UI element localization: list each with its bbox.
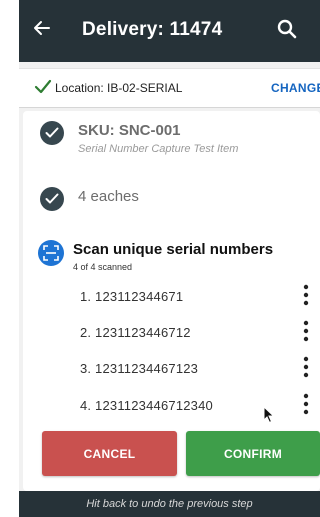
more-vert-icon[interactable] bbox=[301, 284, 311, 306]
step-complete-icon bbox=[40, 121, 64, 145]
undo-hint: Hit back to undo the previous step bbox=[86, 498, 253, 510]
page-title: Delivery: 11474 bbox=[82, 19, 223, 40]
serial-list-item: 2. 1231123446712 bbox=[23, 317, 320, 353]
scan-step-title: Scan unique serial numbers bbox=[73, 241, 274, 258]
more-vert-icon[interactable] bbox=[301, 320, 311, 342]
barcode-scan-icon bbox=[38, 240, 64, 266]
check-icon bbox=[34, 79, 52, 100]
step-complete-icon bbox=[40, 187, 64, 211]
sku-subtitle: Serial Number Capture Test Item bbox=[78, 143, 239, 155]
serial-list-item: 3. 12311234467123 bbox=[23, 353, 320, 389]
footer-hint-bar: Hit back to undo the previous step bbox=[19, 491, 320, 517]
more-vert-icon[interactable] bbox=[301, 393, 311, 415]
serial-list-item: 1. 123112344671 bbox=[23, 281, 320, 317]
serial-number: 1. 123112344671 bbox=[80, 289, 184, 304]
app-bar: Delivery: 11474 bbox=[19, 0, 320, 62]
location-bar: Location: IB-02-SERIAL CHANGE bbox=[19, 68, 320, 108]
task-card: SKU: SNC-001 Serial Number Capture Test … bbox=[23, 111, 320, 491]
serial-number: 3. 12311234467123 bbox=[80, 361, 199, 376]
arrow-left-icon[interactable] bbox=[33, 19, 51, 42]
serial-number: 2. 1231123446712 bbox=[80, 325, 191, 340]
phone-screen: Delivery: 11474 Location: IB-02-SERIAL C… bbox=[19, 0, 320, 517]
serial-list-item: 4. 1231123446712340 bbox=[23, 390, 320, 426]
search-icon[interactable] bbox=[277, 19, 297, 44]
sku-title: SKU: SNC-001 bbox=[78, 122, 181, 139]
location-label: Location: IB-02-SERIAL bbox=[55, 81, 183, 95]
mouse-pointer-icon bbox=[263, 405, 275, 429]
cancel-button[interactable]: CANCEL bbox=[42, 431, 177, 476]
change-location-button[interactable]: CHANGE bbox=[271, 81, 320, 95]
serial-number: 4. 1231123446712340 bbox=[80, 398, 213, 413]
confirm-button[interactable]: CONFIRM bbox=[186, 431, 320, 476]
more-vert-icon[interactable] bbox=[301, 356, 311, 378]
quantity-eaches: 4 eaches bbox=[78, 188, 139, 205]
scan-count: 4 of 4 scanned bbox=[73, 262, 133, 272]
